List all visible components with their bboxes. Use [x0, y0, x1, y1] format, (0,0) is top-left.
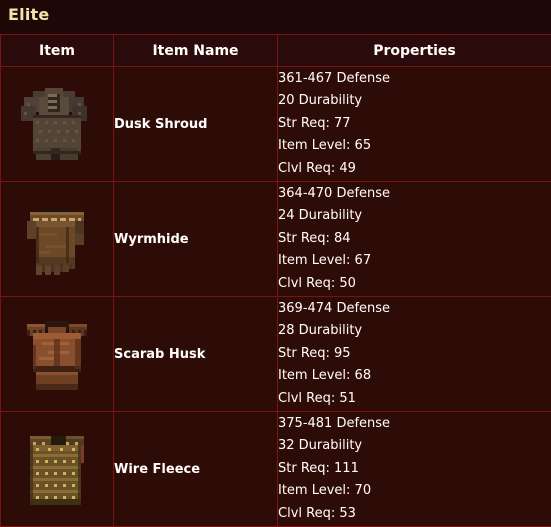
leather-armor-icon	[9, 191, 105, 287]
column-header-item-name: Item Name	[114, 35, 278, 67]
property-line: 361-467 Defense	[278, 68, 551, 91]
property-line: 24 Durability	[278, 205, 551, 228]
table-row: Wire Fleece 375-481 Defense 32 Durabilit…	[1, 412, 551, 527]
property-line: Str Req: 77	[278, 113, 551, 136]
property-line: Clvl Req: 50	[278, 273, 551, 296]
item-table-page: Elite Item Item Name Properties	[0, 0, 551, 525]
quilted-armor-icon	[9, 76, 105, 172]
property-line: Item Level: 68	[278, 365, 551, 388]
property-line: Clvl Req: 51	[278, 388, 551, 411]
item-properties-cell: 369-474 Defense 28 Durability Str Req: 9…	[278, 297, 551, 412]
property-line: 369-474 Defense	[278, 298, 551, 321]
item-name-cell: Dusk Shroud	[114, 67, 278, 182]
item-properties-cell: 375-481 Defense 32 Durability Str Req: 1…	[278, 412, 551, 527]
property-line: Item Level: 65	[278, 135, 551, 158]
property-line: 32 Durability	[278, 435, 551, 458]
property-line: 28 Durability	[278, 320, 551, 343]
item-name-cell: Wire Fleece	[114, 412, 278, 527]
property-line: Clvl Req: 53	[278, 503, 551, 526]
item-icon-cell	[1, 297, 114, 412]
table-row: Wyrmhide 364-470 Defense 24 Durability S…	[1, 182, 551, 297]
table-row: Dusk Shroud 361-467 Defense 20 Durabilit…	[1, 67, 551, 182]
elite-items-table: Item Item Name Properties	[0, 34, 551, 527]
item-icon-cell	[1, 412, 114, 527]
item-properties-cell: 364-470 Defense 24 Durability Str Req: 8…	[278, 182, 551, 297]
item-name-cell: Wyrmhide	[114, 182, 278, 297]
property-line: Str Req: 111	[278, 458, 551, 481]
page-title: Elite	[8, 5, 49, 24]
property-line: Str Req: 95	[278, 343, 551, 366]
property-line: 375-481 Defense	[278, 413, 551, 436]
property-line: Str Req: 84	[278, 228, 551, 251]
item-icon-cell	[1, 67, 114, 182]
item-name-cell: Scarab Husk	[114, 297, 278, 412]
property-line: Item Level: 67	[278, 250, 551, 273]
property-line: Clvl Req: 49	[278, 158, 551, 181]
table-header-row: Item Item Name Properties	[1, 35, 551, 67]
studded-cuirass-icon	[9, 421, 105, 517]
property-line: Item Level: 70	[278, 480, 551, 503]
property-line: 364-470 Defense	[278, 183, 551, 206]
item-properties-cell: 361-467 Defense 20 Durability Str Req: 7…	[278, 67, 551, 182]
breastplate-armor-icon	[9, 306, 105, 402]
item-icon-cell	[1, 182, 114, 297]
table-row: Scarab Husk 369-474 Defense 28 Durabilit…	[1, 297, 551, 412]
column-header-item: Item	[1, 35, 114, 67]
column-header-properties: Properties	[278, 35, 551, 67]
property-line: 20 Durability	[278, 90, 551, 113]
